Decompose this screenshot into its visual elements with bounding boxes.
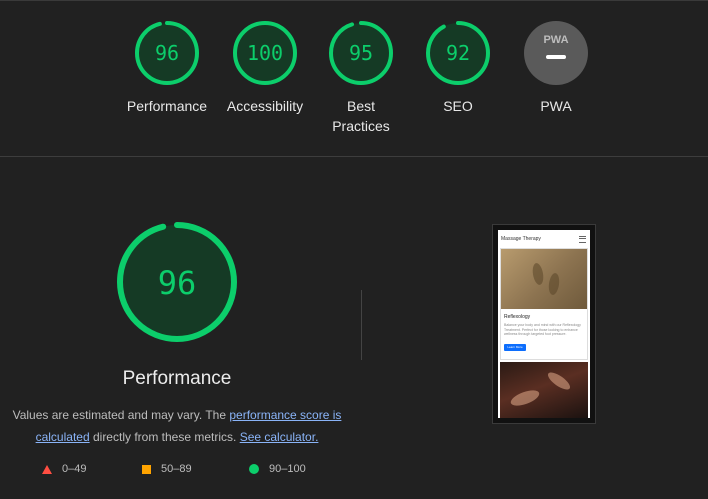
score-legend: 0–49 50–89 90–100 [0,461,354,477]
gauge-seo[interactable]: 92 SEO [403,20,513,116]
pwa-badge-text: PWA [543,34,568,46]
gauge-label: Performance [126,98,208,114]
gauge-score: 95 [349,41,373,65]
vertical-divider [361,290,362,360]
gauge-ring: 96 [135,21,199,85]
performance-title: Performance [122,368,232,389]
legend-fail: 0–49 [42,461,86,477]
preview-card-text: Balance your body and mind with our Refl… [504,323,581,336]
footprint-shape [547,272,561,296]
pwa-badge-background [524,21,588,85]
hand-shape [508,387,542,409]
preview-card: Reflexology Balance your body and mind w… [500,248,588,360]
circle-icon [249,464,259,474]
legend-pass-label: 90–100 [269,463,306,475]
hamburger-menu-icon [579,236,586,243]
gauge-ring: 100 [233,21,297,85]
pwa-dash-icon [546,55,566,59]
gauge-label: SEO [443,98,473,114]
gauge-ring: 95 [329,21,393,85]
section-divider [0,156,708,157]
pwa-badge-icon: PWA [524,21,588,85]
footprints-image [501,249,587,309]
legend-average: 50–89 [142,461,192,477]
triangle-icon [42,464,52,474]
description-text: Values are estimated and may vary. The [12,408,230,422]
preview-learn-more-button: Learn More [504,344,526,351]
preview-navbar: Massage Therapy [498,230,590,248]
gauge-label: Accessibility [226,98,304,114]
final-screenshot-thumbnail[interactable]: Massage Therapy Reflexology Balance your… [492,224,596,424]
page-preview: Massage Therapy Reflexology Balance your… [498,230,590,418]
legend-pass: 90–100 [249,461,306,477]
performance-description: Values are estimated and may vary. The p… [10,404,344,448]
gauge-performance[interactable]: 96 Performance [112,20,222,116]
hands-image [500,362,588,418]
legend-fail-label: 0–49 [62,463,87,475]
gauge-score: 92 [446,41,470,65]
category-gauges: 96 Performance 100 Accessibility 95 Best… [0,20,708,140]
square-icon [142,464,151,474]
gauge-ring: 92 [426,21,490,85]
footprint-shape [531,262,545,286]
gauge-ring-large: 96 [117,222,237,342]
gauge-label: PWA [540,98,572,114]
see-calculator-link[interactable]: See calculator. [240,430,319,444]
hand-shape [545,369,573,393]
gauge-score: 100 [247,41,283,65]
legend-average-label: 50–89 [161,463,192,475]
gauge-pwa[interactable]: PWA PWA [501,20,611,116]
gauge-accessibility[interactable]: 100 Accessibility [210,20,320,116]
gauge-best-practices[interactable]: 95 Best Practices [306,20,416,136]
preview-brand: Massage Therapy [501,236,541,242]
performance-score: 96 [158,264,197,302]
description-text: directly from these metrics. [89,430,240,444]
gauge-label: Best Practices [332,98,390,134]
top-border [0,0,708,1]
preview-card-title: Reflexology [504,314,531,320]
performance-gauge-large: 96 [115,220,239,344]
gauge-score: 96 [155,41,179,65]
